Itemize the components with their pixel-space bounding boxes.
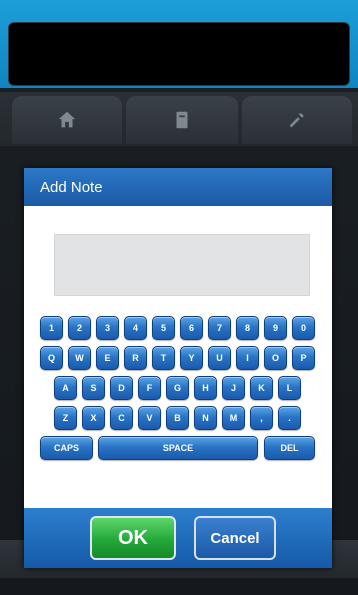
key-k[interactable]: K	[250, 376, 273, 400]
top-bar	[0, 0, 358, 88]
key-y[interactable]: Y	[180, 346, 203, 370]
key-8[interactable]: 8	[236, 316, 259, 340]
key-a[interactable]: A	[54, 376, 77, 400]
key-o[interactable]: O	[264, 346, 287, 370]
key-q[interactable]: Q	[40, 346, 63, 370]
key-c[interactable]: C	[110, 406, 133, 430]
home-icon	[58, 111, 76, 128]
key-h[interactable]: H	[194, 376, 217, 400]
device-screen: Add Note 1 2 3 4 5 6 7 8 9 0 Q W E R T Y…	[0, 0, 358, 595]
delete-key[interactable]: DEL	[264, 436, 315, 460]
key-p[interactable]: P	[292, 346, 315, 370]
ok-button[interactable]: OK	[90, 516, 176, 560]
key-5[interactable]: 5	[152, 316, 175, 340]
key-period[interactable]: .	[278, 406, 301, 430]
key-v[interactable]: V	[138, 406, 161, 430]
key-u[interactable]: U	[208, 346, 231, 370]
tab-home[interactable]	[12, 96, 122, 144]
note-input[interactable]	[54, 234, 310, 296]
key-b[interactable]: B	[166, 406, 189, 430]
key-l[interactable]: L	[278, 376, 301, 400]
key-7[interactable]: 7	[208, 316, 231, 340]
tab-tools[interactable]	[242, 96, 352, 144]
add-note-dialog: Add Note 1 2 3 4 5 6 7 8 9 0 Q W E R T Y…	[24, 168, 332, 568]
key-m[interactable]: M	[222, 406, 245, 430]
key-6[interactable]: 6	[180, 316, 203, 340]
cancel-button[interactable]: Cancel	[194, 516, 276, 560]
key-r[interactable]: R	[124, 346, 147, 370]
key-j[interactable]: J	[222, 376, 245, 400]
key-t[interactable]: T	[152, 346, 175, 370]
tools-icon	[289, 113, 304, 128]
key-f[interactable]: F	[138, 376, 161, 400]
key-i[interactable]: I	[236, 346, 259, 370]
key-4[interactable]: 4	[124, 316, 147, 340]
key-9[interactable]: 9	[264, 316, 287, 340]
key-g[interactable]: G	[166, 376, 189, 400]
key-0[interactable]: 0	[292, 316, 315, 340]
key-n[interactable]: N	[194, 406, 217, 430]
dialog-footer: OK Cancel	[24, 508, 332, 568]
space-key[interactable]: SPACE	[98, 436, 258, 460]
key-x[interactable]: X	[82, 406, 105, 430]
key-2[interactable]: 2	[68, 316, 91, 340]
key-d[interactable]: D	[110, 376, 133, 400]
caps-key[interactable]: CAPS	[40, 436, 93, 460]
key-3[interactable]: 3	[96, 316, 119, 340]
key-1[interactable]: 1	[40, 316, 63, 340]
tab-bar	[0, 92, 358, 146]
document-icon	[176, 111, 188, 129]
key-w[interactable]: W	[68, 346, 91, 370]
display-panel	[8, 22, 350, 86]
dialog-title: Add Note	[24, 168, 332, 206]
tab-document[interactable]	[126, 96, 238, 144]
key-comma[interactable]: ,	[250, 406, 273, 430]
key-e[interactable]: E	[96, 346, 119, 370]
key-s[interactable]: S	[82, 376, 105, 400]
key-z[interactable]: Z	[54, 406, 77, 430]
